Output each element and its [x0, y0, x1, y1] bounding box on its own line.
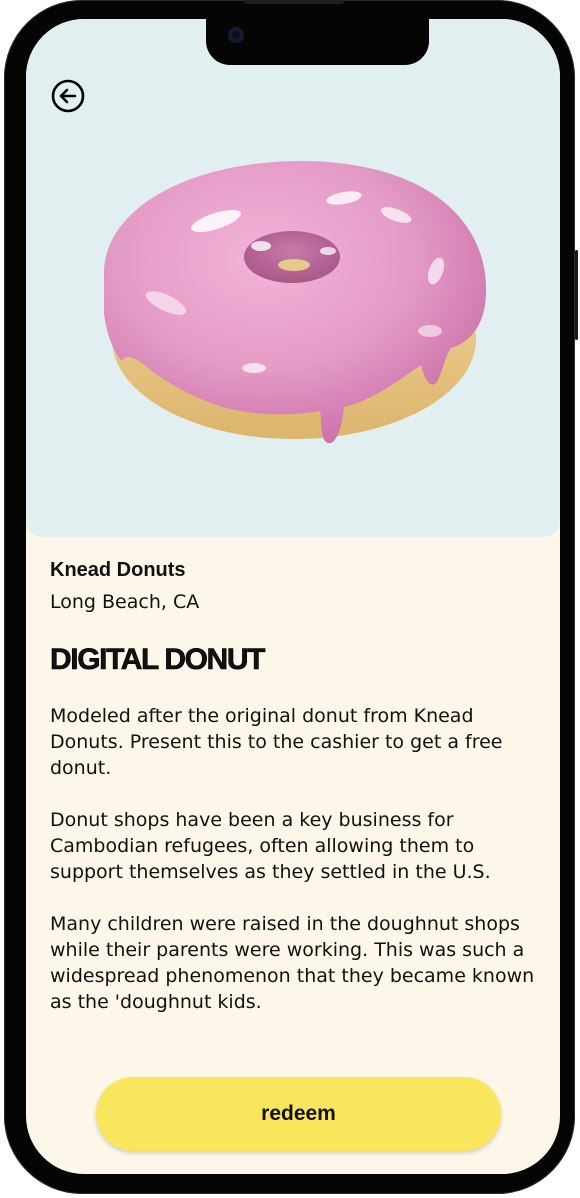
redeem-button[interactable]: redeem	[96, 1077, 501, 1151]
product-description: Modeled after the original donut from Kn…	[50, 703, 540, 1015]
hero-panel	[26, 19, 560, 537]
donut-image	[104, 161, 487, 443]
phone-frame: Knead Donuts Long Beach, CA DIGITAL DONU…	[4, 0, 578, 1194]
shop-location: Long Beach, CA	[50, 591, 200, 613]
arrow-left-circle-icon	[51, 79, 85, 113]
product-details: Knead Donuts Long Beach, CA DIGITAL DONU…	[50, 556, 540, 1041]
description-paragraph: Donut shops have been a key business for…	[50, 809, 491, 883]
shop-name: Knead Donuts	[50, 559, 186, 581]
description-paragraph: Many children were raised in the doughnu…	[50, 913, 535, 1013]
device-notch	[206, 19, 429, 65]
earpiece	[244, 0, 344, 4]
product-title: DIGITAL DONUT	[50, 643, 266, 677]
back-button[interactable]	[51, 79, 85, 113]
description-paragraph: Modeled after the original donut from Kn…	[50, 705, 503, 779]
app-screen: Knead Donuts Long Beach, CA DIGITAL DONU…	[26, 19, 560, 1174]
front-camera	[228, 27, 244, 43]
